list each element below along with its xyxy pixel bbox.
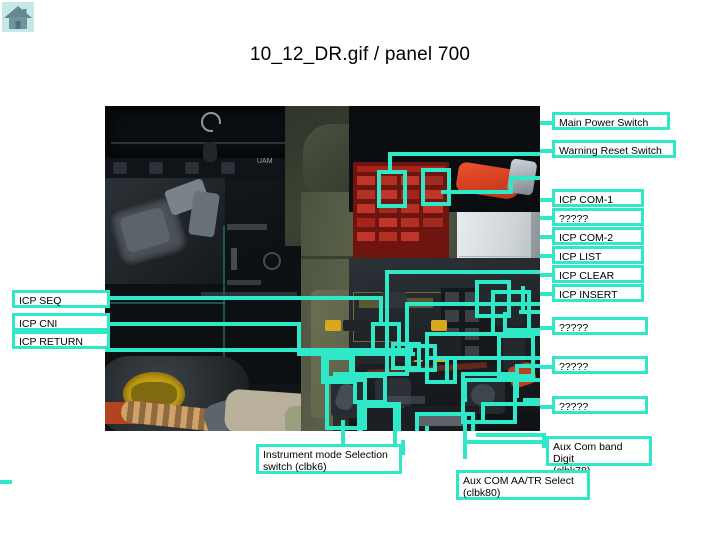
callout-label-instrument-mode-selection-switch: Instrument mode Selection switch (clbk6) [256,444,402,474]
callout-label-unknown-1: ????? [552,208,644,226]
callout-label-unknown-4: ????? [552,396,648,414]
callout-label-main-power-switch: Main Power Switch [552,112,670,130]
callout-label-aux-com-band-digit: Aux Com band Digit (clbk78) [546,436,652,477]
page-title: 10_12_DR.gif / panel 700 [249,44,471,65]
callout-label-icp-cni: ICP CNI (up+dwn) [12,313,110,342]
callout-label-icp-return: ICP RETURN [12,331,110,349]
callout-label-unknown-3: ????? [552,356,648,374]
cockpit-photo: UAM [105,106,540,431]
callout-label-icp-insert: ICP INSERT [552,284,644,302]
callout-label-icp-com-1: ICP COM-1 [552,189,644,207]
callout-label-icp-seq: ICP SEQ [12,290,110,308]
slide-canvas: 10_12_DR.gif / panel 700 UAM Main Power … [0,0,720,540]
callout-label-icp-com-2: ICP COM-2 [552,227,644,245]
callout-label-icp-clear: ICP CLEAR [552,265,644,283]
home-icon[interactable] [2,2,34,32]
callout-label-unknown-2: ????? [552,317,648,335]
callout-label-icp-list: ICP LIST [552,246,644,264]
callout-label-warning-reset-switch: Warning Reset Switch [552,140,676,158]
callout-label-aux-com-aa-tr-select: Aux COM AA/TR Select (clbk80) [456,470,590,500]
